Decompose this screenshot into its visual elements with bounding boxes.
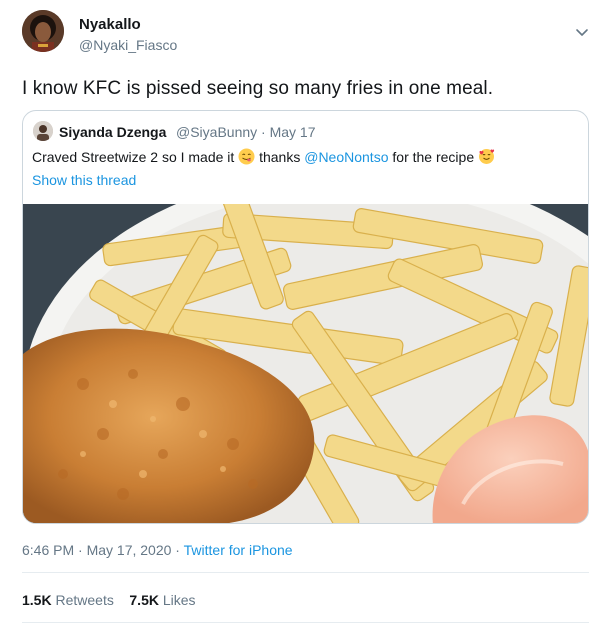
quoted-text-part3: for the recipe (392, 149, 475, 165)
quoted-text-part2: thanks (259, 149, 301, 165)
quoted-author-name[interactable]: Siyanda Dzenga (59, 124, 166, 140)
mention-link[interactable]: @NeoNontso (304, 149, 388, 165)
likes-label: Likes (162, 592, 196, 608)
divider (22, 572, 589, 573)
show-thread-link[interactable]: Show this thread (32, 172, 136, 188)
quoted-author-handle[interactable]: @SiyaBunny (176, 124, 257, 140)
author-avatar[interactable] (22, 10, 64, 52)
retweets-count: 1.5K (22, 592, 52, 608)
quoted-tweet-card[interactable]: Siyanda Dzenga @SiyaBunny · May 17 Crave… (22, 110, 589, 524)
meta-separator: · (171, 542, 184, 558)
retweets-stat[interactable]: 1.5K Retweets (22, 592, 114, 608)
author-handle[interactable]: @Nyaki_Fiasco (79, 37, 177, 53)
tweet-source-link[interactable]: Twitter for iPhone (184, 542, 293, 558)
likes-count: 7.5K (129, 592, 159, 608)
retweets-label: Retweets (55, 592, 114, 608)
quoted-author-avatar[interactable] (33, 121, 53, 141)
quoted-text-part1: Craved Streetwize 2 so I made it (32, 149, 235, 165)
food-photo[interactable] (23, 162, 588, 523)
likes-stat[interactable]: 7.5K Likes (129, 592, 195, 608)
chevron-down-icon[interactable] (572, 22, 592, 42)
divider-bottom (22, 622, 589, 623)
tweet-text: I know KFC is pissed seeing so many frie… (22, 78, 494, 99)
author-name[interactable]: Nyakallo (79, 16, 141, 33)
tweet-timestamp[interactable]: 6:46 PM · May 17, 2020 (22, 542, 171, 558)
quoted-tweet-text: Craved Streetwize 2 so I made it thanks … (32, 148, 495, 168)
quoted-date[interactable]: · May 17 (261, 124, 315, 140)
quoted-author-meta[interactable]: @SiyaBunny · May 17 (176, 124, 316, 140)
smiling-face-with-hearts-emoji (478, 148, 495, 168)
savoring-food-emoji (238, 148, 255, 168)
tweet-stats: 1.5K Retweets 7.5K Likes (22, 592, 196, 608)
tweet-meta: 6:46 PM · May 17, 2020 · Twitter for iPh… (22, 542, 293, 558)
